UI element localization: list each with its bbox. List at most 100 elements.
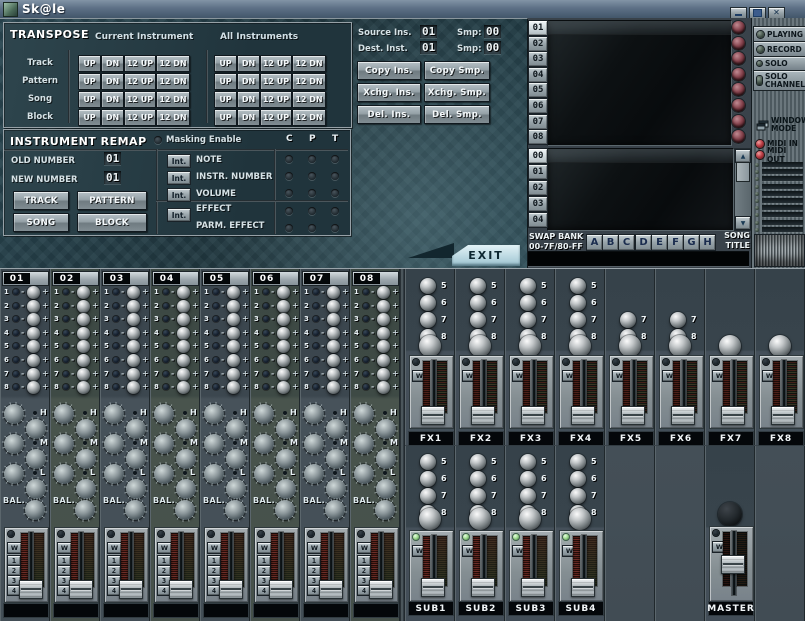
transpose-current-track-12-up-button[interactable]: 12 UP	[124, 55, 156, 72]
remap-toggle-c-2[interactable]	[285, 172, 293, 180]
eq-h-knob-a[interactable]	[304, 404, 324, 424]
scroll-down-button[interactable]: ▼	[735, 216, 751, 230]
dest-smp-value[interactable]: 00	[484, 41, 501, 54]
send-knob-2[interactable]	[277, 300, 290, 313]
send-led-indicator[interactable]	[313, 289, 319, 295]
send-led-indicator[interactable]	[263, 357, 269, 363]
balance-knob[interactable]	[25, 500, 45, 520]
swap-bank-d-button[interactable]: D	[635, 234, 652, 251]
transpose-all-block-up-button[interactable]: UP	[214, 109, 237, 126]
send-led-indicator[interactable]	[163, 357, 169, 363]
send-knob-6[interactable]	[27, 354, 40, 367]
solo-channel-button[interactable]: SOLO CHANNEL	[753, 70, 805, 91]
sub-level-knob[interactable]	[419, 508, 441, 530]
sub-send-knob-6[interactable]	[420, 471, 436, 487]
send-knob-6[interactable]	[227, 354, 240, 367]
fader-handle[interactable]	[219, 580, 243, 599]
eq-m-knob-a[interactable]	[204, 434, 224, 454]
send-led-indicator[interactable]	[213, 330, 219, 336]
send-led-indicator[interactable]	[63, 371, 69, 377]
instrument-number-07[interactable]: 07	[528, 114, 548, 130]
instrument-number-02[interactable]: 02	[528, 36, 548, 52]
remap-toggle-p-2[interactable]	[308, 172, 316, 180]
eq-l-knob-b[interactable]	[376, 479, 396, 499]
wet-button[interactable]: W	[107, 542, 122, 554]
transpose-current-song-12-dn-button[interactable]: 12 DN	[156, 91, 190, 108]
balance-knob[interactable]	[225, 500, 245, 520]
instrument-number-01[interactable]: 01	[528, 20, 548, 36]
swap-bank-e-button[interactable]: E	[651, 234, 668, 251]
wet-button[interactable]: W	[57, 542, 72, 554]
transpose-all-block-dn-button[interactable]: DN	[237, 109, 260, 126]
scroll-grip[interactable]	[754, 234, 805, 267]
send-led-indicator[interactable]	[113, 303, 119, 309]
solo-button[interactable]: SOLO	[753, 56, 805, 71]
transpose-current-pattern-up-button[interactable]: UP	[78, 73, 101, 90]
send-led-indicator[interactable]	[13, 343, 19, 349]
send-knob-7[interactable]	[377, 368, 390, 381]
send-led-indicator[interactable]	[363, 289, 369, 295]
send-led-indicator[interactable]	[363, 343, 369, 349]
send-knob-6[interactable]	[127, 354, 140, 367]
send-knob-5[interactable]	[227, 340, 240, 353]
send-knob-3[interactable]	[127, 313, 140, 326]
sub-send-knob-7[interactable]	[470, 488, 486, 504]
sub-send-knob-6[interactable]	[570, 471, 586, 487]
send-knob-6[interactable]	[77, 354, 90, 367]
send-knob-5[interactable]	[27, 340, 40, 353]
send-led-indicator[interactable]	[213, 316, 219, 322]
eq-m-knob-a[interactable]	[54, 434, 74, 454]
interpolate-button-1[interactable]: Int.	[167, 154, 191, 168]
song-title-input[interactable]	[528, 251, 749, 267]
send-led-indicator[interactable]	[363, 357, 369, 363]
fader-handle[interactable]	[571, 406, 595, 425]
send-led-indicator[interactable]	[113, 384, 119, 390]
send-led-indicator[interactable]	[313, 316, 319, 322]
send-knob-1[interactable]	[177, 286, 190, 299]
fader-handle[interactable]	[319, 580, 343, 599]
eq-m-knob-b[interactable]	[26, 449, 46, 469]
send-led-indicator[interactable]	[13, 303, 19, 309]
eq-h-knob-b[interactable]	[276, 419, 296, 439]
send-knob-4[interactable]	[377, 327, 390, 340]
swap-bank-f-button[interactable]: F	[667, 234, 684, 251]
fx-send-knob-5[interactable]	[570, 278, 586, 294]
send-knob-8[interactable]	[327, 381, 340, 394]
balance-knob[interactable]	[275, 500, 295, 520]
eq-h-knob-b[interactable]	[126, 419, 146, 439]
send-knob-6[interactable]	[277, 354, 290, 367]
fx-level-knob[interactable]	[769, 335, 791, 357]
eq-h-knob-a[interactable]	[354, 404, 374, 424]
send-led-indicator[interactable]	[163, 384, 169, 390]
sub-send-knob-7[interactable]	[420, 488, 436, 504]
fader-handle[interactable]	[671, 406, 695, 425]
send-knob-6[interactable]	[327, 354, 340, 367]
send-led-indicator[interactable]	[263, 384, 269, 390]
send-knob-3[interactable]	[177, 313, 190, 326]
eq-l-knob-b[interactable]	[76, 479, 96, 499]
send-led-indicator[interactable]	[263, 371, 269, 377]
transpose-current-song-up-button[interactable]: UP	[78, 91, 101, 108]
eq-l-knob-b[interactable]	[176, 479, 196, 499]
fader-handle[interactable]	[471, 578, 495, 597]
eq-h-knob-b[interactable]	[226, 419, 246, 439]
fader-handle[interactable]	[421, 406, 445, 425]
send-led-indicator[interactable]	[113, 371, 119, 377]
eq-l-knob-a[interactable]	[254, 464, 274, 484]
wet-button[interactable]: W	[7, 542, 22, 554]
send-led-indicator[interactable]	[263, 330, 269, 336]
midi-out-indicator[interactable]: MIDI OUT	[753, 149, 804, 160]
eq-m-knob-a[interactable]	[4, 434, 24, 454]
dest-inst-value[interactable]: 01	[420, 41, 437, 54]
send-led-indicator[interactable]	[13, 357, 19, 363]
fx-level-knob[interactable]	[519, 335, 541, 357]
swap-bank-a-button[interactable]: A	[586, 234, 603, 251]
send-knob-8[interactable]	[77, 381, 90, 394]
transpose-all-pattern-12-up-button[interactable]: 12 UP	[260, 73, 292, 90]
remap-track-button[interactable]: TRACK	[13, 191, 69, 210]
send-led-indicator[interactable]	[113, 316, 119, 322]
instrument-led-07[interactable]	[732, 115, 745, 128]
send-led-indicator[interactable]	[63, 357, 69, 363]
scroll-thumb[interactable]	[736, 162, 750, 182]
send-knob-2[interactable]	[27, 300, 40, 313]
